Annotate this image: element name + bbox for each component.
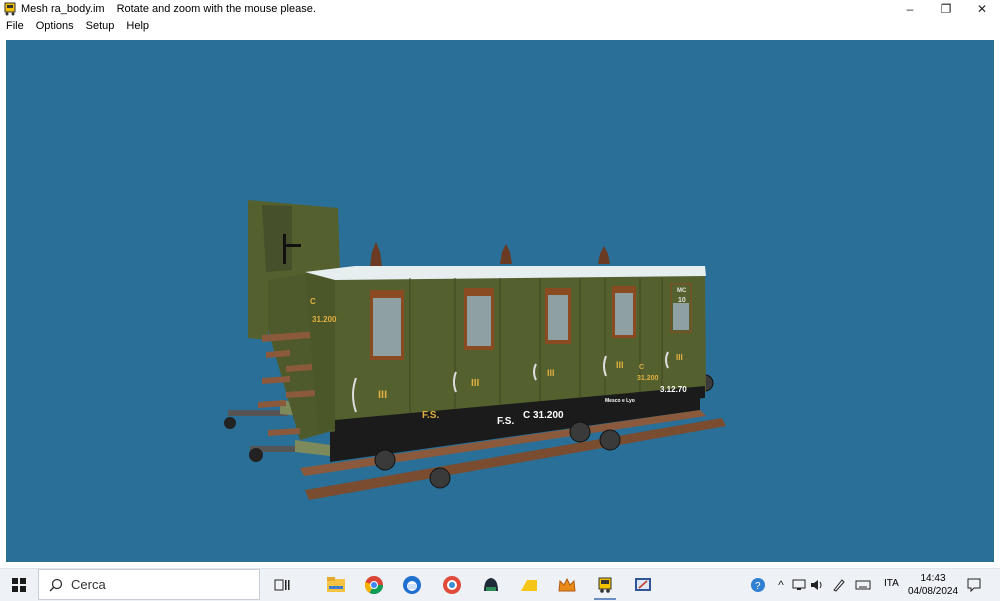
restore-button[interactable]: ❐ xyxy=(928,0,964,18)
search-placeholder: Cerca xyxy=(71,577,106,592)
notifications-icon[interactable] xyxy=(966,577,982,593)
editor-icon xyxy=(635,578,651,591)
end-number-marking: 31.200 xyxy=(312,315,337,324)
menu-help[interactable]: Help xyxy=(120,20,155,32)
train-icon xyxy=(598,577,612,593)
help-tray-icon[interactable]: ? xyxy=(750,577,766,593)
language-indicator[interactable]: ITA xyxy=(884,578,899,589)
door-number: 10 xyxy=(678,297,686,304)
class-numeral-5: III xyxy=(676,353,683,362)
crown-app-button[interactable] xyxy=(552,572,582,598)
door-code: MC xyxy=(677,288,687,294)
volume-icon[interactable] xyxy=(809,577,825,593)
class-numeral-3: III xyxy=(547,368,555,378)
train-app-icon xyxy=(4,2,16,16)
green-app-button[interactable] xyxy=(476,572,506,598)
taskbar-search[interactable]: Cerca xyxy=(38,569,260,600)
network-icon[interactable] xyxy=(791,577,807,593)
title-bar: Mesh ra_body.im Rotate and zoom with the… xyxy=(0,0,1000,18)
railcar-model[interactable]: C 31.200 F.S. F.S. C 31.200 Mesco e Lyo … xyxy=(6,40,994,562)
chevron-up-icon[interactable]: ^ xyxy=(773,577,789,593)
helmet-app-icon xyxy=(484,578,498,591)
small-marking: Mesco e Lyo xyxy=(605,398,635,404)
class-numeral-1: III xyxy=(378,389,387,401)
search-icon xyxy=(49,578,63,592)
yellow-shape-icon xyxy=(521,580,537,591)
class-numeral-4: III xyxy=(616,360,624,370)
folder-icon xyxy=(327,577,345,592)
3d-viewport[interactable]: C 31.200 F.S. F.S. C 31.200 Mesco e Lyo … xyxy=(6,40,994,562)
task-view-button[interactable] xyxy=(267,572,297,598)
train-app-button[interactable] xyxy=(590,572,620,600)
window-controls: – ❐ ✕ xyxy=(892,0,1000,18)
windows-logo-icon xyxy=(12,578,26,592)
file-explorer-button[interactable] xyxy=(321,572,351,598)
close-button[interactable]: ✕ xyxy=(964,0,1000,18)
editor-app-button[interactable] xyxy=(628,572,658,598)
side-number-marking: 31.200 xyxy=(637,375,659,382)
taskbar: Cerca ? ^ ITA 14:43 04/08/2024 xyxy=(0,568,1000,601)
side-fs-marking: F.S. xyxy=(422,410,439,421)
reporting-mark: F.S. xyxy=(497,416,514,427)
window-hint: Rotate and zoom with the mouse please. xyxy=(116,3,316,15)
end-class-marking: C xyxy=(310,297,316,306)
start-button[interactable] xyxy=(0,569,38,601)
help-icon: ? xyxy=(751,578,765,592)
thunderbird-button[interactable] xyxy=(397,572,427,598)
pen-icon[interactable] xyxy=(831,577,847,593)
vivaldi-icon xyxy=(443,576,461,594)
task-view-icon xyxy=(274,579,290,591)
vivaldi-button[interactable] xyxy=(437,572,467,598)
menu-setup[interactable]: Setup xyxy=(80,20,121,32)
roof-lamps xyxy=(370,242,610,266)
thunderbird-icon xyxy=(403,576,421,594)
window-title: Mesh ra_body.im xyxy=(21,3,105,15)
weight-code: 3.12.70 xyxy=(660,385,687,394)
menu-options[interactable]: Options xyxy=(30,20,80,32)
car-number: C 31.200 xyxy=(523,410,564,421)
svg-text:?: ? xyxy=(755,581,761,592)
chrome-icon xyxy=(365,576,383,595)
menu-bar: File Options Setup Help xyxy=(0,18,1000,34)
system-clock[interactable]: 14:43 04/08/2024 xyxy=(905,572,961,598)
menu-file[interactable]: File xyxy=(0,20,30,32)
keyboard-icon[interactable] xyxy=(855,577,871,593)
side-class-marking: C xyxy=(639,364,644,371)
chrome-button[interactable] xyxy=(359,572,389,598)
yellow-app-button[interactable] xyxy=(514,572,544,598)
crown-icon xyxy=(558,577,576,592)
minimize-button[interactable]: – xyxy=(892,0,928,18)
clock-date: 04/08/2024 xyxy=(907,586,959,597)
clock-time: 14:43 xyxy=(920,573,946,584)
class-numeral-2: III xyxy=(471,378,480,389)
